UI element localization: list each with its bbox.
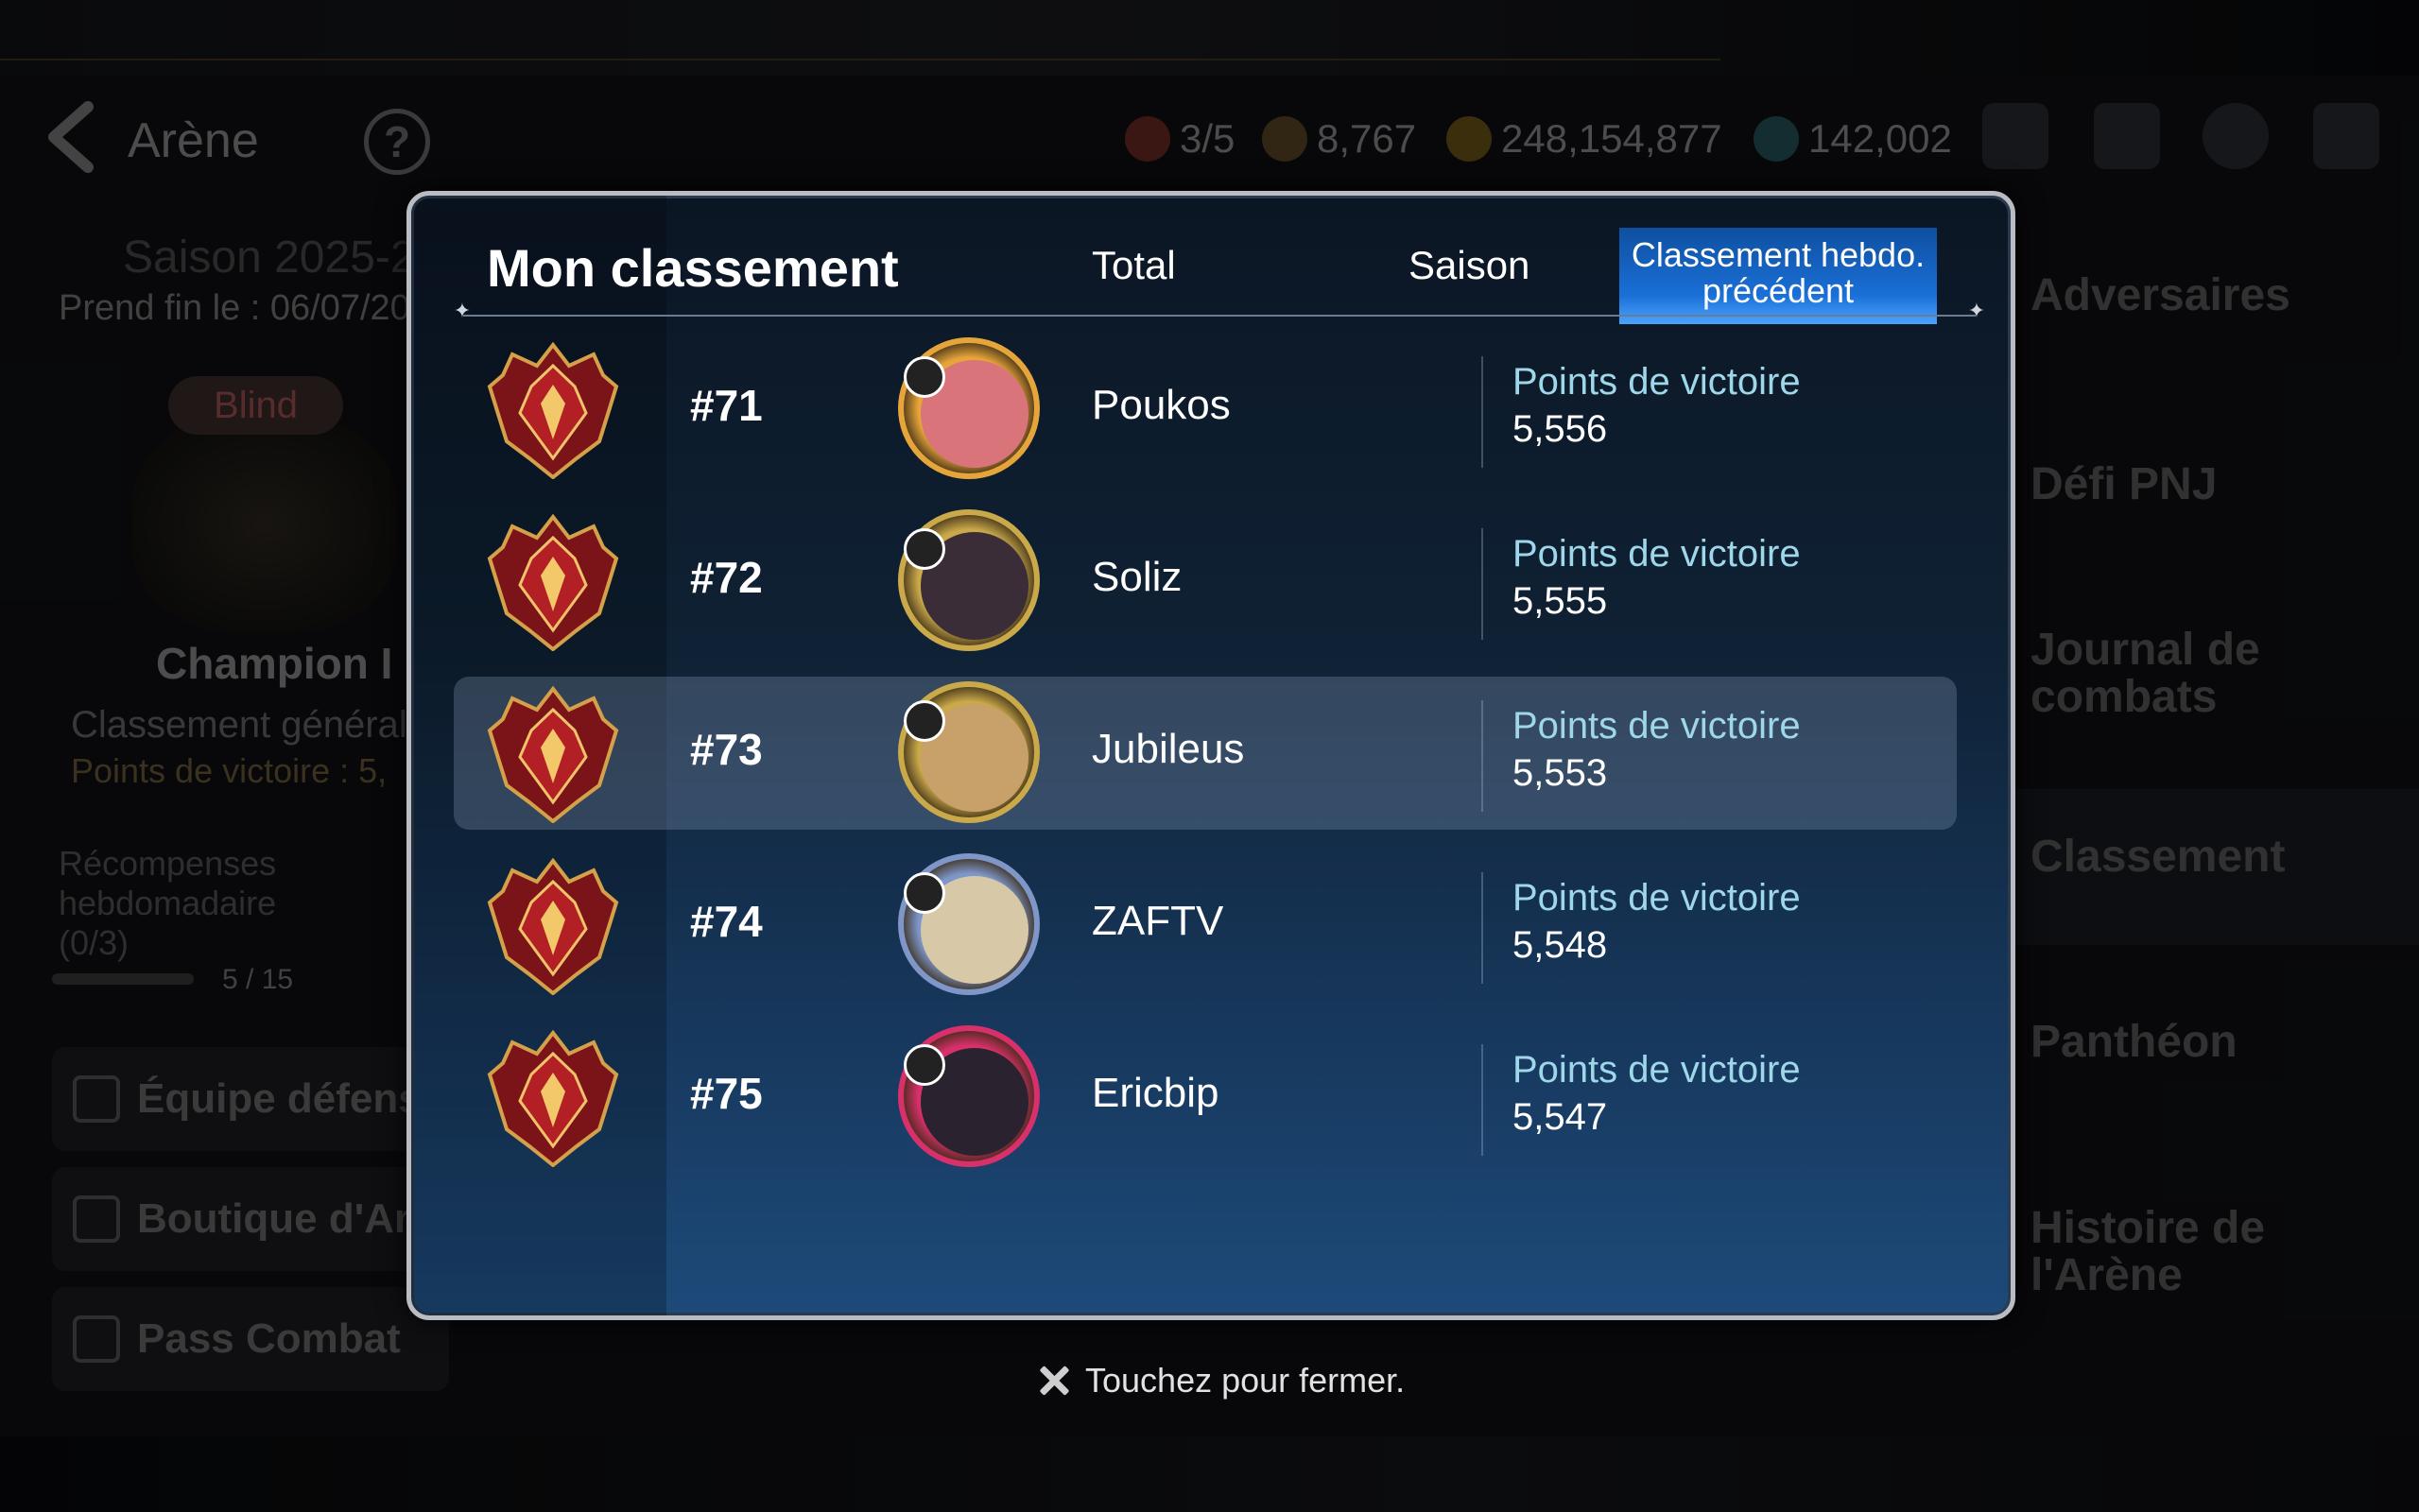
victory-points-label: Points de victoire bbox=[1512, 533, 1801, 575]
rank-number: #73 bbox=[690, 725, 763, 774]
star-icon: ✦ bbox=[1967, 299, 1986, 322]
row-divider bbox=[1481, 1044, 1483, 1156]
star-icon: ✦ bbox=[453, 299, 472, 322]
ranking-row[interactable]: #73 Jubileus Points de victoire 5,553 bbox=[454, 677, 1957, 830]
header-divider bbox=[463, 315, 1976, 317]
class-emblem-icon bbox=[904, 356, 945, 398]
victory-points-label: Points de victoire bbox=[1512, 1049, 1801, 1091]
victory-points-value: 5,556 bbox=[1512, 408, 1608, 450]
victory-points-label: Points de victoire bbox=[1512, 877, 1801, 919]
rank-number: #72 bbox=[690, 553, 763, 602]
tab-weekly-line1: Classement hebdo. bbox=[1631, 235, 1926, 274]
class-emblem-icon bbox=[904, 700, 945, 742]
victory-points-value: 5,547 bbox=[1512, 1096, 1608, 1138]
rank-number: #74 bbox=[690, 897, 763, 946]
victory-points-label: Points de victoire bbox=[1512, 705, 1801, 747]
class-emblem-icon bbox=[904, 1044, 945, 1086]
close-icon bbox=[1038, 1365, 1070, 1397]
victory-points-value: 5,553 bbox=[1512, 752, 1608, 794]
player-name: ZAFTV bbox=[1092, 898, 1224, 944]
tab-total[interactable]: Total bbox=[1092, 243, 1176, 288]
rank-number: #75 bbox=[690, 1069, 763, 1118]
player-avatar[interactable] bbox=[898, 509, 1040, 651]
tab-season[interactable]: Saison bbox=[1408, 243, 1529, 288]
rank-number: #71 bbox=[690, 381, 763, 430]
class-emblem-icon bbox=[904, 872, 945, 914]
modal-title: Mon classement bbox=[487, 238, 899, 298]
close-hint-label: Touchez pour fermer. bbox=[1085, 1361, 1406, 1400]
player-avatar[interactable] bbox=[898, 853, 1040, 995]
tab-weekly-line2: précédent bbox=[1702, 271, 1855, 310]
victory-points-value: 5,555 bbox=[1512, 580, 1608, 622]
champion-badge-icon bbox=[487, 685, 619, 823]
victory-points-label: Points de victoire bbox=[1512, 361, 1801, 403]
champion-badge-icon bbox=[487, 857, 619, 995]
player-avatar[interactable] bbox=[898, 1025, 1040, 1167]
tab-previous-weekly[interactable]: Classement hebdo. précédent bbox=[1619, 228, 1937, 324]
ranking-row[interactable]: #75 Ericbip Points de victoire 5,547 bbox=[454, 1021, 1957, 1174]
ranking-row[interactable]: #74 ZAFTV Points de victoire 5,548 bbox=[454, 849, 1957, 1002]
player-avatar[interactable] bbox=[898, 681, 1040, 823]
victory-points-value: 5,548 bbox=[1512, 924, 1608, 966]
player-name: Poukos bbox=[1092, 382, 1231, 428]
player-name: Jubileus bbox=[1092, 726, 1245, 772]
player-avatar[interactable] bbox=[898, 337, 1040, 479]
champion-badge-icon bbox=[487, 513, 619, 651]
ranking-row[interactable]: #71 Poukos Points de victoire 5,556 bbox=[454, 333, 1957, 486]
row-divider bbox=[1481, 356, 1483, 468]
row-divider bbox=[1481, 872, 1483, 984]
player-name: Ericbip bbox=[1092, 1070, 1219, 1116]
ranking-row[interactable]: #72 Soliz Points de victoire 5,555 bbox=[454, 505, 1957, 658]
champion-badge-icon bbox=[487, 341, 619, 479]
class-emblem-icon bbox=[904, 528, 945, 570]
row-divider bbox=[1481, 528, 1483, 640]
champion-badge-icon bbox=[487, 1029, 619, 1167]
close-hint[interactable]: Touchez pour fermer. bbox=[1038, 1361, 1405, 1400]
row-divider bbox=[1481, 700, 1483, 812]
player-name: Soliz bbox=[1092, 554, 1183, 600]
ranking-modal: Mon classement Total Saison Classement h… bbox=[406, 191, 2015, 1320]
